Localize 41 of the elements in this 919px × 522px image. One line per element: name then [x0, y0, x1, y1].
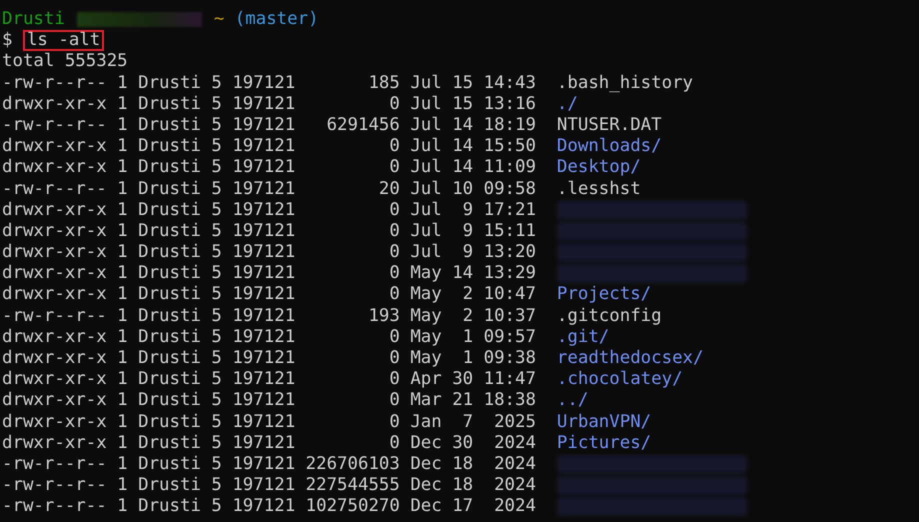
prompt-symbol: $	[2, 30, 12, 52]
file-details: -rw-r--r-- 1 Drusti 5 197121 193 May 2 10:37	[2, 306, 536, 327]
prompt-path: ~	[214, 9, 224, 30]
directory-name: Desktop/	[556, 157, 641, 179]
directory-name: UrbanVPN/	[556, 412, 652, 433]
file-details: drwxr-xr-x 1 Drusti 5 197121 0 Mar 21 18:38	[2, 390, 536, 412]
file-details: -rw-r--r-- 1 Drusti 5 197121 102750270 Dec 17 2024	[2, 496, 536, 518]
file-details: drwxr-xr-x 1 Drusti 5 197121 0 May 1 09:38	[2, 348, 536, 370]
file-details: drwxr-xr-x 1 Drusti 5 197121 0 May 2 10:47	[2, 284, 536, 306]
file-details: drwxr-xr-x 1 Drusti 5 197121 0 Jul 14 11:09	[2, 157, 536, 179]
directory-name: .git/	[556, 326, 610, 348]
prompt-user: Drusti	[2, 9, 65, 30]
file-details: drwxr-xr-x 1 Drusti 5 197121 0 May 1 09:57	[2, 326, 536, 348]
file-details: -rw-r--r-- 1 Drusti 5 197121 20 Jul 10 09:58	[2, 178, 536, 200]
file-details: drwxr-xr-x 1 Drusti 5 197121 0 Apr 30 11:47	[2, 369, 536, 390]
file-details: drwxr-xr-x 1 Drusti 5 197121 0 May 14 13:29	[2, 263, 536, 284]
file-details: drwxr-xr-x 1 Drusti 5 197121 0 Jul 14 15:50	[2, 136, 536, 158]
file-details: drwxr-xr-x 1 Drusti 5 197121 0 Jul 9 15:11	[2, 220, 536, 242]
directory-name: Pictures/	[556, 432, 652, 454]
total-line: total 555325	[2, 51, 128, 73]
file-details: -rw-r--r-- 1 Drusti 5 197121 185 Jul 15 14:43	[2, 72, 536, 94]
directory-name: Projects/	[556, 284, 652, 306]
directory-name: ./	[556, 94, 578, 115]
directory-name: ../	[556, 390, 588, 412]
file-details: -rw-r--r-- 1 Drusti 5 197121 6291456 Jul 14 18:19	[2, 114, 536, 136]
file-details: drwxr-xr-x 1 Drusti 5 197121 0 Jul 9 13:20	[2, 242, 536, 264]
file-name: NTUSER.DAT	[556, 114, 662, 136]
file-details: drwxr-xr-x 1 Drusti 5 197121 0 Jul 9 17:21	[2, 200, 536, 221]
command-text: ls -alt	[22, 30, 104, 52]
file-details: drwxr-xr-x 1 Drusti 5 197121 0 Dec 30 2024	[2, 432, 536, 454]
directory-name: Downloads/	[556, 136, 662, 158]
directory-name: readthedocsex/	[556, 348, 704, 370]
file-name: .gitconfig	[556, 306, 662, 327]
file-details: drwxr-xr-x 1 Drusti 5 197121 0 Jul 15 13:16	[2, 94, 536, 115]
file-details: -rw-r--r-- 1 Drusti 5 197121 227544555 Dec 18 2024	[2, 475, 536, 496]
directory-name: .chocolatey/	[556, 369, 683, 390]
file-name: .bash_history	[556, 72, 694, 94]
file-details: drwxr-xr-x 1 Drusti 5 197121 0 Jan 7 2025	[2, 412, 536, 433]
file-details: -rw-r--r-- 1 Drusti 5 197121 226706103 Dec 18 2024	[2, 454, 536, 476]
prompt-branch: (master)	[234, 9, 319, 30]
file-name: .lesshst	[556, 178, 641, 200]
